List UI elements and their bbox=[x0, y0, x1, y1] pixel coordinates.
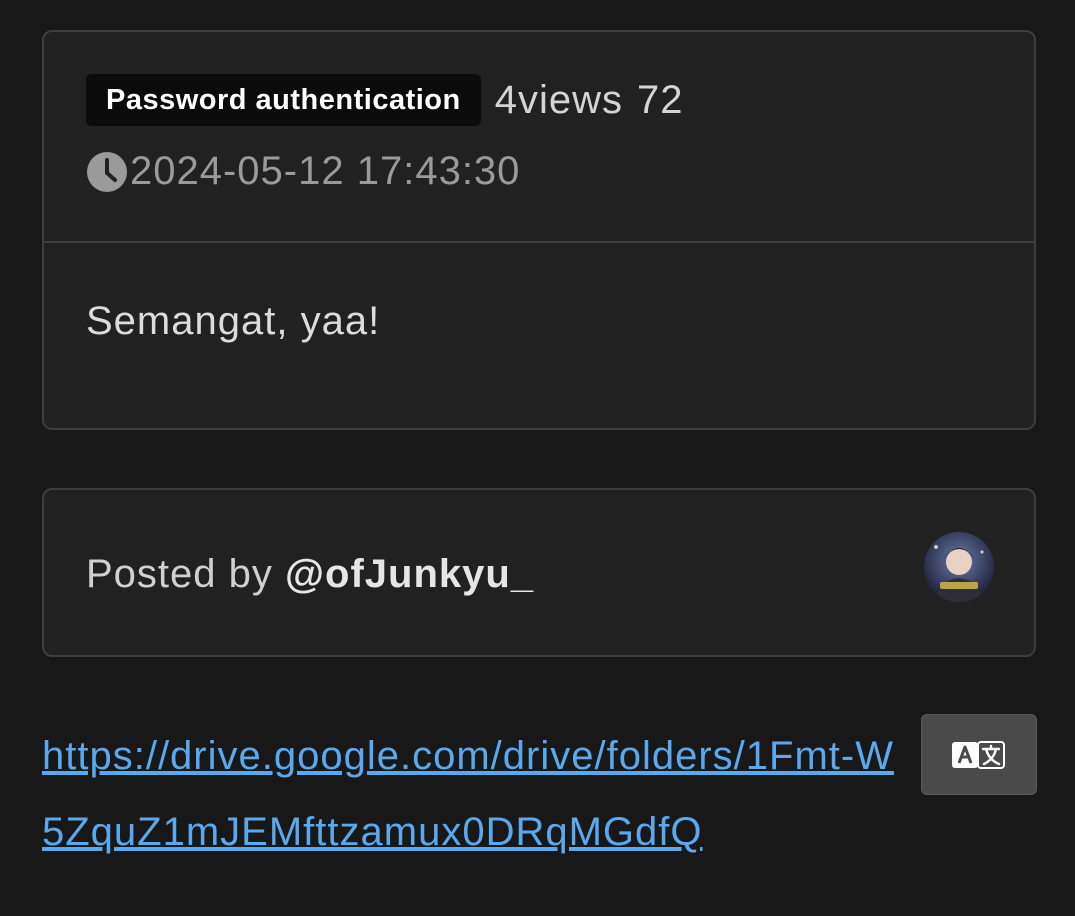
posted-by-label: Posted by bbox=[86, 552, 273, 596]
post-message: Semangat, yaa! bbox=[86, 299, 381, 343]
author-handle[interactable]: @ofJunkyu_ bbox=[285, 552, 534, 596]
auth-badge: Password authentication bbox=[86, 74, 481, 126]
timestamp-row: 2024-05-12 17:43:30 bbox=[86, 149, 520, 194]
views-info: 4views 72 bbox=[495, 78, 684, 123]
avatar[interactable] bbox=[924, 532, 994, 602]
page: Password authentication 4views 72 2024-0… bbox=[0, 0, 1075, 916]
views-label: 4views bbox=[494, 77, 623, 122]
drive-link[interactable]: https://drive.google.com/drive/folders/1… bbox=[42, 734, 894, 854]
drive-link-block: https://drive.google.com/drive/folders/1… bbox=[42, 718, 902, 870]
badge-row: Password authentication 4views 72 bbox=[86, 74, 684, 126]
post-card: Password authentication 4views 72 2024-0… bbox=[42, 30, 1036, 430]
translate-button[interactable] bbox=[921, 714, 1037, 795]
author-card: Posted by @ofJunkyu_ bbox=[42, 488, 1036, 657]
avatar-image bbox=[924, 532, 994, 602]
clock-icon bbox=[87, 151, 127, 192]
post-timestamp: 2024-05-12 17:43:30 bbox=[130, 149, 521, 193]
translate-icon bbox=[952, 740, 1005, 769]
post-header: Password authentication 4views 72 2024-0… bbox=[44, 32, 1034, 243]
post-body: Semangat, yaa! bbox=[44, 243, 1034, 430]
posted-by: Posted by @ofJunkyu_ bbox=[86, 552, 534, 597]
views-count: 72 bbox=[637, 77, 684, 122]
